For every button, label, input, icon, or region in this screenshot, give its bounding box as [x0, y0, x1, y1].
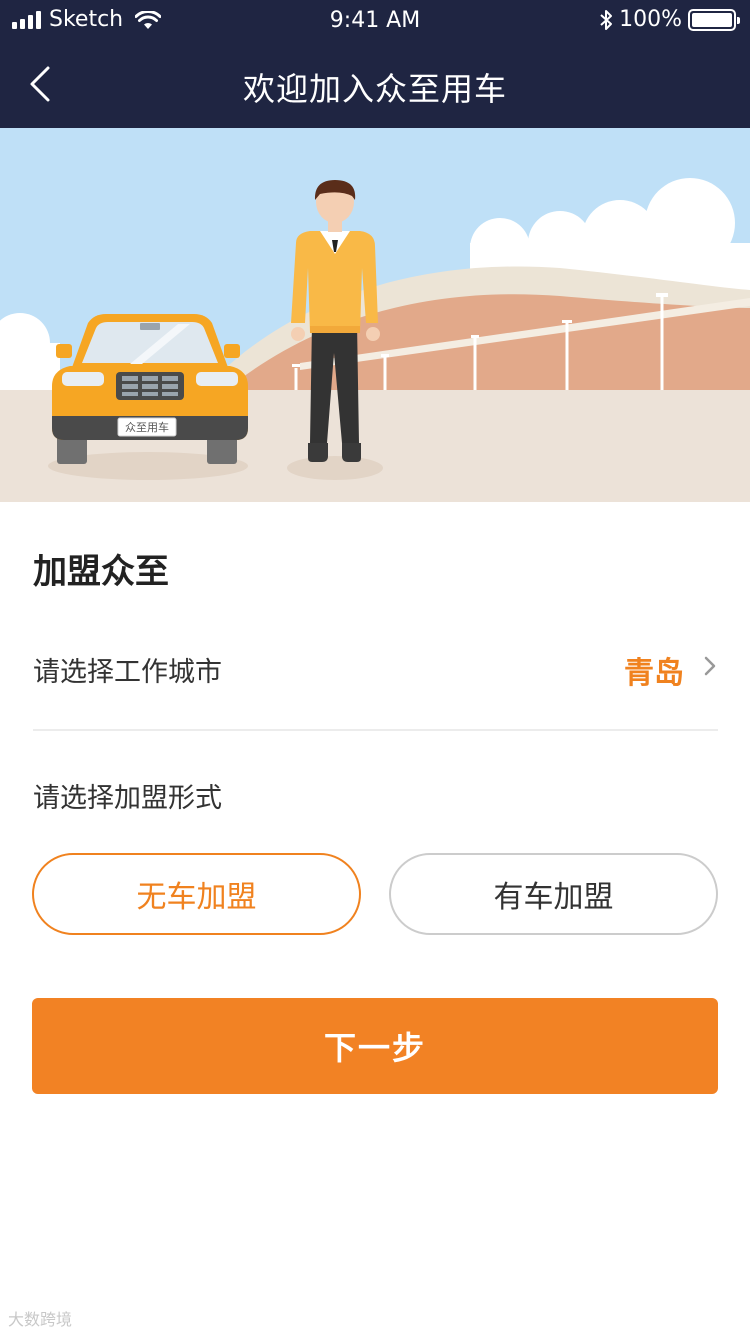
join-type-label: 请选择加盟形式: [33, 783, 222, 814]
divider: [33, 729, 718, 731]
top-header: Sketch 9:41 AM 100% 欢迎加入众至用车: [0, 0, 750, 128]
city-select-row[interactable]: 请选择工作城市 青岛: [33, 630, 718, 730]
battery-percent: 100%: [619, 7, 682, 32]
option-with-car-button[interactable]: 有车加盟: [389, 853, 718, 935]
city-value[interactable]: 青岛: [624, 648, 684, 692]
status-right: 100%: [599, 7, 740, 32]
license-plate-text: 众至用车: [125, 420, 169, 434]
watermark: 大数跨境: [8, 1310, 73, 1329]
option-no-car-button[interactable]: 无车加盟: [32, 853, 361, 935]
city-label: 请选择工作城市: [33, 657, 222, 688]
next-step-button[interactable]: 下一步: [32, 998, 718, 1094]
page-title: 欢迎加入众至用车: [242, 70, 507, 108]
bluetooth-icon: [600, 9, 613, 30]
section-title: 加盟众至: [33, 552, 169, 592]
chevron-right-icon[interactable]: [702, 654, 718, 678]
status-bar: Sketch 9:41 AM 100%: [0, 0, 750, 40]
battery-icon: [688, 8, 740, 31]
banner-illustration: 众至用车: [0, 128, 750, 502]
